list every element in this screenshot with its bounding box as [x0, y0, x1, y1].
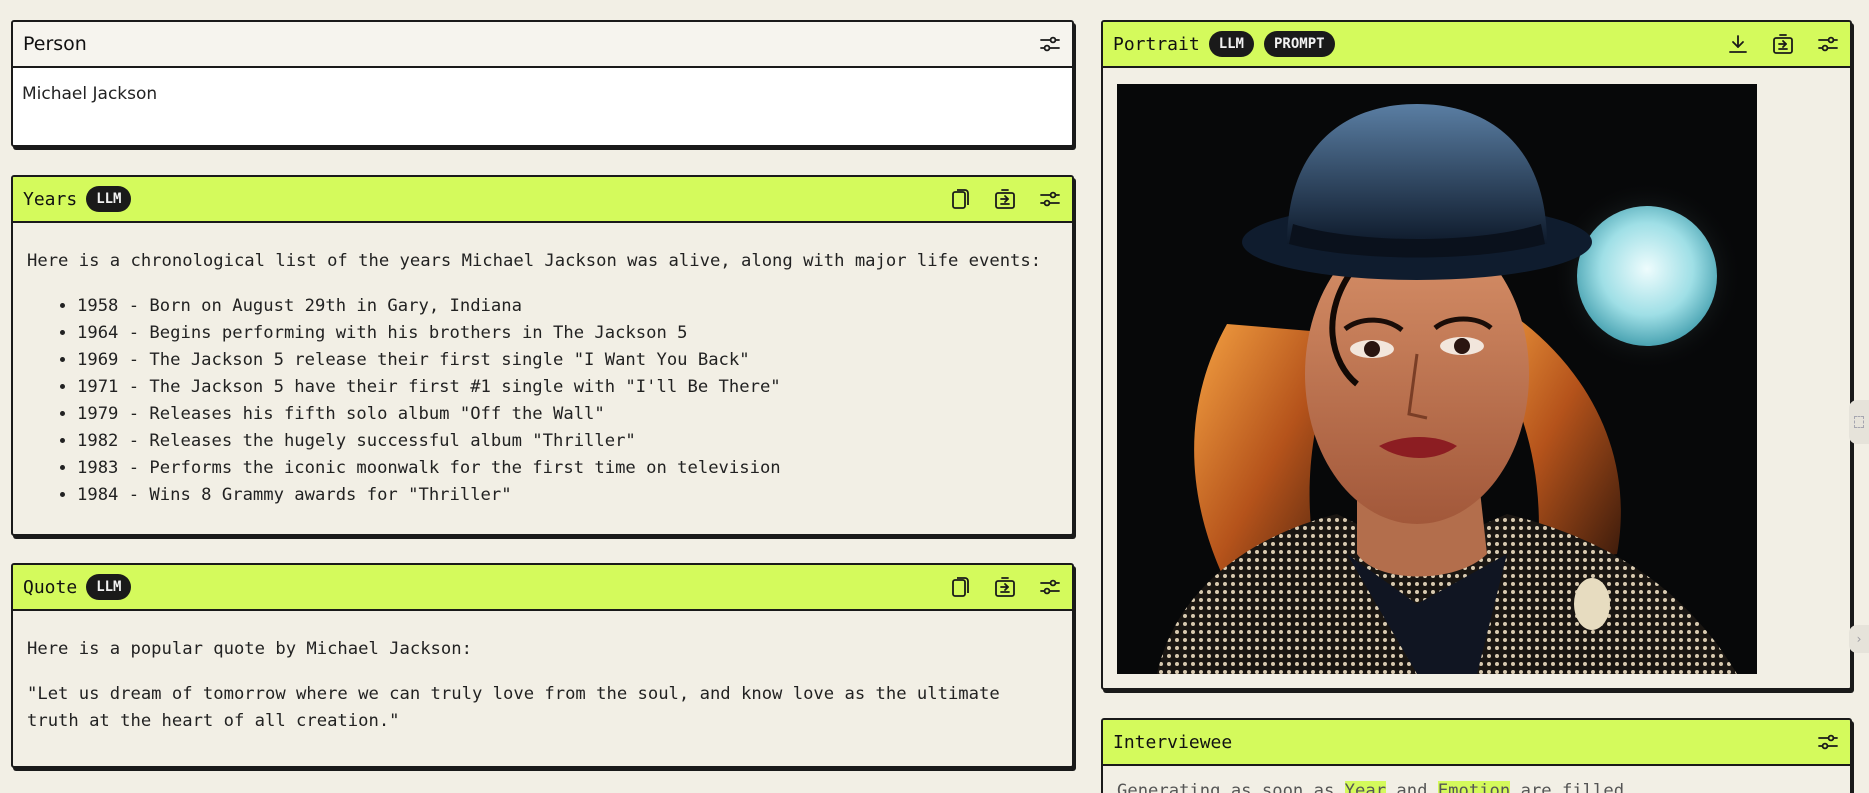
years-title: Years	[23, 188, 78, 210]
dashed-box-icon	[1854, 416, 1864, 428]
list-item: 1969 - The Jackson 5 release their first…	[77, 347, 1059, 374]
send-to-icon[interactable]	[1771, 32, 1795, 56]
llm-badge: LLM	[86, 186, 132, 212]
settings-sliders-icon[interactable]	[1038, 32, 1062, 56]
portrait-image	[1117, 84, 1757, 674]
settings-sliders-icon[interactable]	[1816, 730, 1840, 754]
chevron-right-icon: ›	[1856, 632, 1862, 646]
side-expand-tab[interactable]: ›	[1849, 625, 1869, 653]
list-item: 1979 - Releases his fifth solo album "Of…	[77, 401, 1059, 428]
years-intro: Here is a chronological list of the year…	[27, 251, 1042, 271]
interviewee-header: Interviewee	[1103, 720, 1850, 766]
years-panel: Years LLM Here is a chronological list o…	[11, 175, 1074, 536]
person-title: Person	[23, 33, 87, 55]
field-chip-emotion: Emotion	[1437, 781, 1511, 793]
interviewee-panel: Interviewee Generating as soon as Year a…	[1101, 718, 1852, 793]
years-header: Years LLM	[13, 177, 1072, 223]
download-icon[interactable]	[1726, 32, 1750, 56]
settings-sliders-icon[interactable]	[1038, 187, 1062, 211]
llm-badge: LLM	[86, 574, 132, 600]
send-to-icon[interactable]	[993, 575, 1017, 599]
quote-header: Quote LLM	[13, 565, 1072, 611]
list-item: 1982 - Releases the hugely successful al…	[77, 428, 1059, 455]
settings-sliders-icon[interactable]	[1038, 575, 1062, 599]
copy-icon[interactable]	[948, 575, 972, 599]
portrait-title: Portrait	[1113, 33, 1200, 55]
list-item: 1958 - Born on August 29th in Gary, Indi…	[77, 293, 1059, 320]
field-chip-year: Year	[1344, 781, 1387, 793]
list-item: 1971 - The Jackson 5 have their first #1…	[77, 374, 1059, 401]
interviewee-title: Interviewee	[1113, 731, 1233, 753]
years-event-list: 1958 - Born on August 29th in Gary, Indi…	[27, 293, 1059, 509]
portrait-header: Portrait LLM PROMPT	[1103, 22, 1850, 68]
quote-title: Quote	[23, 576, 78, 598]
portrait-panel: Portrait LLM PROMPT	[1101, 20, 1852, 690]
side-panel-toggle[interactable]	[1849, 400, 1869, 444]
prompt-badge: PROMPT	[1264, 31, 1335, 57]
interviewee-status: Generating as soon as Year and Emotion a…	[1103, 766, 1850, 793]
settings-sliders-icon[interactable]	[1816, 32, 1840, 56]
status-prefix: Generating as soon as	[1117, 781, 1345, 793]
llm-badge: LLM	[1208, 31, 1254, 57]
quote-text: "Let us dream of tomorrow where we can t…	[27, 684, 1000, 731]
list-item: 1964 - Begins performing with his brothe…	[77, 320, 1059, 347]
status-suffix: are filled	[1510, 781, 1625, 793]
quote-panel: Quote LLM Here is a popular quote by Mic…	[11, 563, 1074, 768]
person-header: Person	[13, 22, 1072, 68]
person-panel: Person Michael Jackson	[11, 20, 1074, 147]
send-to-icon[interactable]	[993, 187, 1017, 211]
list-item: 1983 - Performs the iconic moonwalk for …	[77, 455, 1059, 482]
copy-icon[interactable]	[948, 187, 972, 211]
quote-intro: Here is a popular quote by Michael Jacks…	[27, 639, 472, 659]
status-middle: and	[1386, 781, 1438, 793]
list-item: 1984 - Wins 8 Grammy awards for "Thrille…	[77, 482, 1059, 509]
person-value[interactable]: Michael Jackson	[22, 84, 1063, 104]
